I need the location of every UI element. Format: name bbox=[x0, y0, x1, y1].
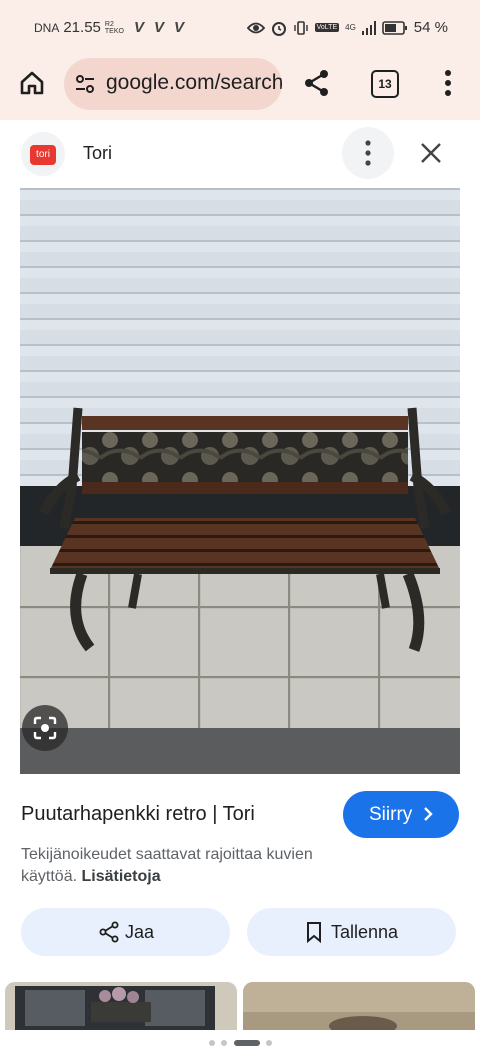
tune-icon[interactable] bbox=[74, 73, 96, 95]
lens-icon bbox=[33, 716, 57, 740]
bookmark-icon bbox=[307, 922, 321, 943]
related-image-photo bbox=[243, 982, 475, 1030]
close-icon[interactable] bbox=[418, 140, 444, 166]
alarm-icon bbox=[271, 21, 286, 36]
network-label: R2 TEKO bbox=[104, 20, 124, 35]
related-image[interactable] bbox=[243, 982, 475, 1030]
volte-badge: VoLTE bbox=[314, 23, 340, 32]
battery-icon bbox=[381, 20, 407, 35]
status-right: VoLTE 4G 54 % bbox=[246, 19, 448, 36]
copyright-notice: Tekijänoikeudet saattavat rajoittaa kuvi… bbox=[21, 844, 351, 888]
share-button[interactable]: Jaa bbox=[21, 908, 230, 956]
status-left: DNA 21.55 R2 TEKO V V V bbox=[34, 19, 184, 36]
share-icon[interactable] bbox=[302, 68, 332, 98]
browser-toolbar: google.com/search 13 bbox=[0, 56, 480, 120]
related-image-photo bbox=[5, 982, 237, 1030]
options-button[interactable] bbox=[342, 127, 394, 179]
status-bar: DNA 21.55 R2 TEKO V V V VoLTE 4G 54 % bbox=[0, 0, 480, 56]
address-bar[interactable]: google.com/search bbox=[64, 58, 282, 110]
bench-photo bbox=[20, 188, 460, 774]
more-vert-icon[interactable] bbox=[440, 68, 456, 98]
related-image[interactable] bbox=[5, 982, 237, 1030]
learn-more-link[interactable]: Lisätietoja bbox=[81, 868, 160, 885]
share-icon bbox=[99, 921, 119, 943]
lens-button[interactable] bbox=[22, 705, 68, 751]
save-button[interactable]: Tallenna bbox=[247, 908, 456, 956]
save-label: Tallenna bbox=[331, 922, 399, 942]
source-name[interactable]: Tori bbox=[83, 143, 112, 164]
notification-icon: V bbox=[133, 19, 144, 36]
visit-label: Siirry bbox=[369, 804, 413, 825]
visit-button[interactable]: Siirry bbox=[343, 791, 459, 838]
more-vert-icon bbox=[365, 140, 371, 166]
url-text[interactable]: google.com/search bbox=[106, 71, 282, 95]
tori-logo: tori bbox=[30, 145, 56, 165]
chevron-right-icon bbox=[424, 807, 433, 821]
eye-icon bbox=[246, 22, 265, 33]
share-label: Jaa bbox=[125, 922, 155, 942]
carousel-indicator bbox=[209, 1040, 272, 1046]
page-dot bbox=[209, 1040, 215, 1046]
battery-percent: 54 % bbox=[413, 19, 448, 36]
result-image[interactable] bbox=[20, 188, 460, 774]
tabs-icon[interactable]: 13 bbox=[371, 70, 399, 98]
network-type: 4G bbox=[345, 23, 356, 32]
notification-icon: V bbox=[173, 19, 184, 36]
page-dot bbox=[266, 1040, 272, 1046]
carrier-label: DNA bbox=[34, 20, 60, 35]
source-row: tori Tori bbox=[0, 120, 480, 186]
page-dot bbox=[221, 1040, 227, 1046]
notification-icon: V bbox=[153, 19, 164, 36]
source-favicon[interactable]: tori bbox=[21, 132, 65, 176]
signal-icon bbox=[361, 20, 376, 35]
vibrate-icon bbox=[293, 20, 308, 35]
clock: 21.55 bbox=[63, 19, 101, 36]
result-title[interactable]: Puutarhapenkki retro | Tori bbox=[21, 803, 255, 826]
page-dot-active bbox=[234, 1040, 260, 1046]
home-icon[interactable] bbox=[18, 69, 46, 97]
related-images bbox=[0, 980, 480, 1030]
image-preview-panel: tori Tori Puutarhapenkki retro | Tori Si… bbox=[0, 120, 480, 1061]
copyright-text: Tekijänoikeudet saattavat rajoittaa kuvi… bbox=[21, 846, 313, 885]
